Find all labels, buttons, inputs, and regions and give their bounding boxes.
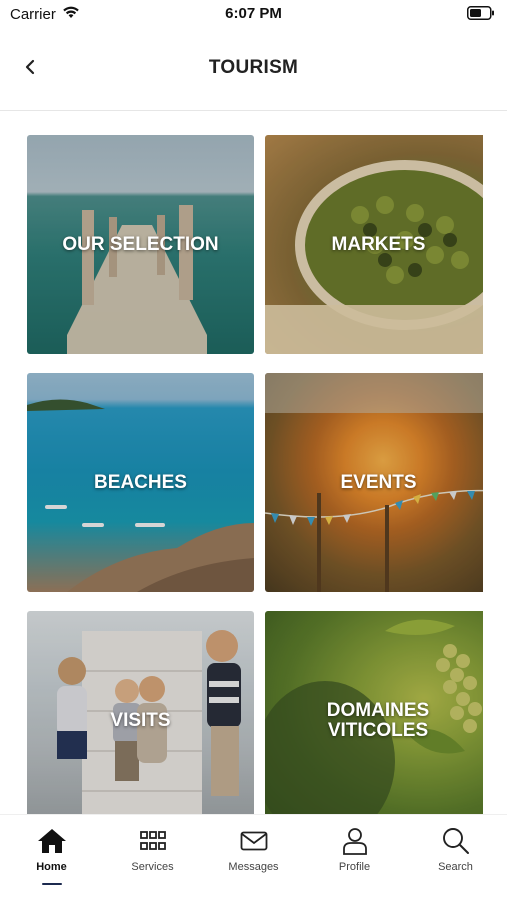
tile-label: OUR SELECTION bbox=[62, 233, 219, 255]
active-tab-indicator bbox=[41, 883, 62, 885]
tab-messages[interactable]: Messages bbox=[203, 825, 304, 889]
tab-home[interactable]: Home bbox=[1, 825, 102, 889]
battery-icon bbox=[467, 6, 495, 25]
tile-markets[interactable]: MARKETS bbox=[265, 135, 483, 354]
tile-domaines-viticoles[interactable]: DOMAINES VITICOLES bbox=[265, 611, 483, 815]
tab-search[interactable]: Search bbox=[405, 825, 506, 889]
person-icon bbox=[342, 825, 368, 857]
tile-label: DOMAINES VITICOLES bbox=[326, 699, 430, 741]
status-time: 6:07 PM bbox=[225, 5, 282, 22]
tile-our-selection[interactable]: OUR SELECTION bbox=[27, 135, 254, 354]
tile-label: VISITS bbox=[110, 709, 171, 731]
tab-label: Services bbox=[131, 861, 174, 873]
tile-label: EVENTS bbox=[340, 471, 417, 493]
home-icon bbox=[37, 825, 67, 857]
tab-label: Profile bbox=[338, 861, 371, 873]
page-title: TOURISM bbox=[208, 57, 299, 78]
tab-label: Messages bbox=[228, 861, 279, 873]
tab-services[interactable]: Services bbox=[102, 825, 203, 889]
category-grid: OUR SELECTION MARKETS BEACHES EVENTS VIS… bbox=[27, 135, 483, 815]
header-divider bbox=[0, 110, 507, 111]
envelope-icon bbox=[240, 825, 268, 857]
tile-label: MARKETS bbox=[331, 233, 426, 255]
tile-events[interactable]: EVENTS bbox=[265, 373, 483, 592]
nav-header: TOURISM bbox=[0, 38, 507, 100]
tile-visits[interactable]: VISITS bbox=[27, 611, 254, 815]
tab-profile[interactable]: Profile bbox=[304, 825, 405, 889]
tab-label: Home bbox=[36, 861, 67, 873]
tile-beaches[interactable]: BEACHES bbox=[27, 373, 254, 592]
tab-label: Search bbox=[438, 861, 473, 873]
tile-label: BEACHES bbox=[94, 471, 187, 493]
bottom-tab-bar: Home Services Messages Profile Search bbox=[0, 814, 507, 900]
search-icon bbox=[442, 825, 470, 857]
grid-icon bbox=[139, 825, 166, 857]
status-bar: Carrier 6:07 PM bbox=[0, 0, 507, 30]
